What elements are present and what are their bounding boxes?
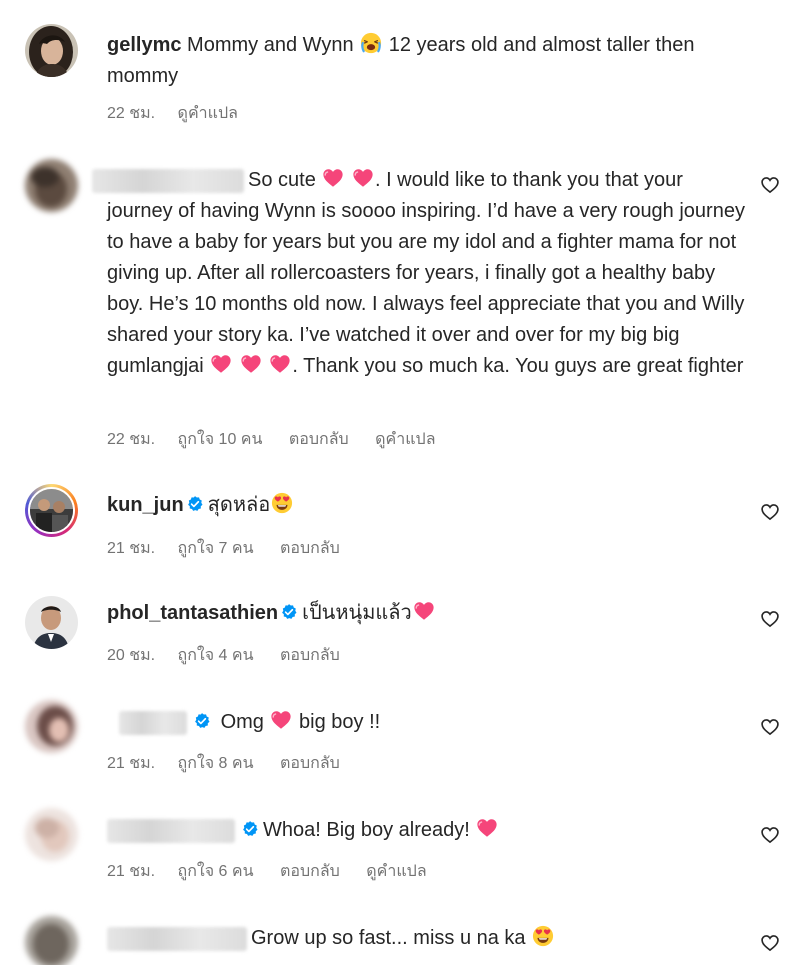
comment-text-part: So cute [248,169,316,191]
pink-heart-emoji [210,353,232,375]
redacted-username[interactable] [107,818,235,843]
comment-text-part: big boy !! [299,711,381,733]
avatar[interactable] [25,596,78,649]
heart-outline-icon[interactable] [759,502,781,522]
avatar[interactable] [25,916,78,965]
comment-time[interactable]: 21 ชม. [107,863,155,880]
comment-username[interactable]: phol_tantasathien [107,602,278,624]
comment-meta: 22 ชม. ดูคำแปล [107,101,260,126]
redacted-username[interactable] [92,168,244,193]
verified-badge-icon [241,820,259,838]
likes-count[interactable]: ถูกใจ 7 คน [178,540,254,557]
pink-heart-emoji [269,353,291,375]
comment-meta: 20 ชม. ถูกใจ 4 คน ตอบกลับ [107,643,362,668]
comment-time[interactable]: 21 ชม. [107,755,155,772]
pink-heart-emoji [240,353,262,375]
heart-eyes-emoji [532,925,554,947]
likes-count[interactable]: ถูกใจ 10 คน [178,431,263,448]
comment-meta: 21 ชม. ถูกใจ 6 คน ตอบกลับ ดูคำแปล [107,859,449,884]
verified-badge-icon [280,603,298,621]
comment-text-part: . I would like to thank you that your jo… [107,169,745,377]
pink-heart-emoji [476,817,498,839]
reply-button[interactable]: ตอบกลับ [280,863,340,880]
comment-text-part: สุดหล่อ [207,494,271,516]
reply-button[interactable]: ตอบกลับ [280,540,340,557]
comment-text: phol_tantasathien เป็นหนุ่มแล้ว [107,598,747,629]
verified-badge-icon [186,495,204,513]
heart-outline-icon[interactable] [759,717,781,737]
reply-button[interactable]: ตอบกลับ [289,431,349,448]
comment-time[interactable]: 22 ชม. [107,431,155,448]
comment-text: kun_jun สุดหล่อ [107,490,747,521]
comment-meta: 21 ชม. ถูกใจ 7 คน ตอบกลับ [107,536,362,561]
reply-button[interactable]: ตอบกลับ [280,755,340,772]
avatar[interactable] [25,159,78,212]
avatar[interactable] [25,700,78,753]
likes-count[interactable]: ถูกใจ 4 คน [178,647,254,664]
likes-count[interactable]: ถูกใจ 6 คน [178,863,254,880]
see-translation-link[interactable]: ดูคำแปล [178,105,238,122]
verified-badge-icon [193,712,211,730]
comment-text-part: . Thank you so much ka. You guys are gre… [292,355,744,377]
comment-text-part: Whoa! Big boy already! [263,819,470,841]
avatar[interactable] [25,24,78,77]
see-translation-link[interactable]: ดูคำแปล [375,431,435,448]
heart-outline-icon[interactable] [759,825,781,845]
comments-list: gellymc Mommy and Wynn 12 years old and … [0,0,800,965]
loudly-crying-emoji [360,32,382,54]
pink-heart-emoji [352,167,374,189]
comment-username[interactable]: gellymc [107,34,181,56]
comment-time[interactable]: 20 ชม. [107,647,155,664]
pink-heart-emoji [413,600,435,622]
heart-outline-icon[interactable] [759,933,781,953]
comment-text-part: เป็นหนุ่มแล้ว [302,602,412,624]
see-translation-link[interactable]: ดูคำแปล [366,863,426,880]
comment-time[interactable]: 21 ชม. [107,540,155,557]
comment-username[interactable]: kun_jun [107,494,184,516]
comment-text-part: Omg [220,711,264,733]
comment-text: Omg big boy !! [107,707,747,738]
comment-text-part: Grow up so fast... miss u na ka [251,927,526,949]
redacted-username[interactable] [107,926,247,951]
avatar[interactable] [25,484,78,537]
comment-text: Grow up so fast... miss u na ka [107,923,747,954]
comment-meta: 22 ชม. ถูกใจ 10 คน ตอบกลับ ดูคำแปล [107,427,458,452]
pink-heart-emoji [270,709,292,731]
comment-text: So cute . I would like to thank you that… [92,165,747,382]
pink-heart-emoji [322,167,344,189]
avatar[interactable] [25,808,78,861]
heart-outline-icon[interactable] [759,609,781,629]
likes-count[interactable]: ถูกใจ 8 คน [178,755,254,772]
comment-time[interactable]: 22 ชม. [107,105,155,122]
redacted-username[interactable] [119,710,187,735]
reply-button[interactable]: ตอบกลับ [280,647,340,664]
comment-meta: 21 ชม. ถูกใจ 8 คน ตอบกลับ [107,751,362,776]
comment-text-part: Mommy and Wynn [187,34,354,56]
heart-eyes-emoji [271,492,293,514]
comment-text: Whoa! Big boy already! [107,815,747,846]
heart-outline-icon[interactable] [759,175,781,195]
comment-text: gellymc Mommy and Wynn 12 years old and … [107,30,747,92]
avatar-image [28,487,75,534]
